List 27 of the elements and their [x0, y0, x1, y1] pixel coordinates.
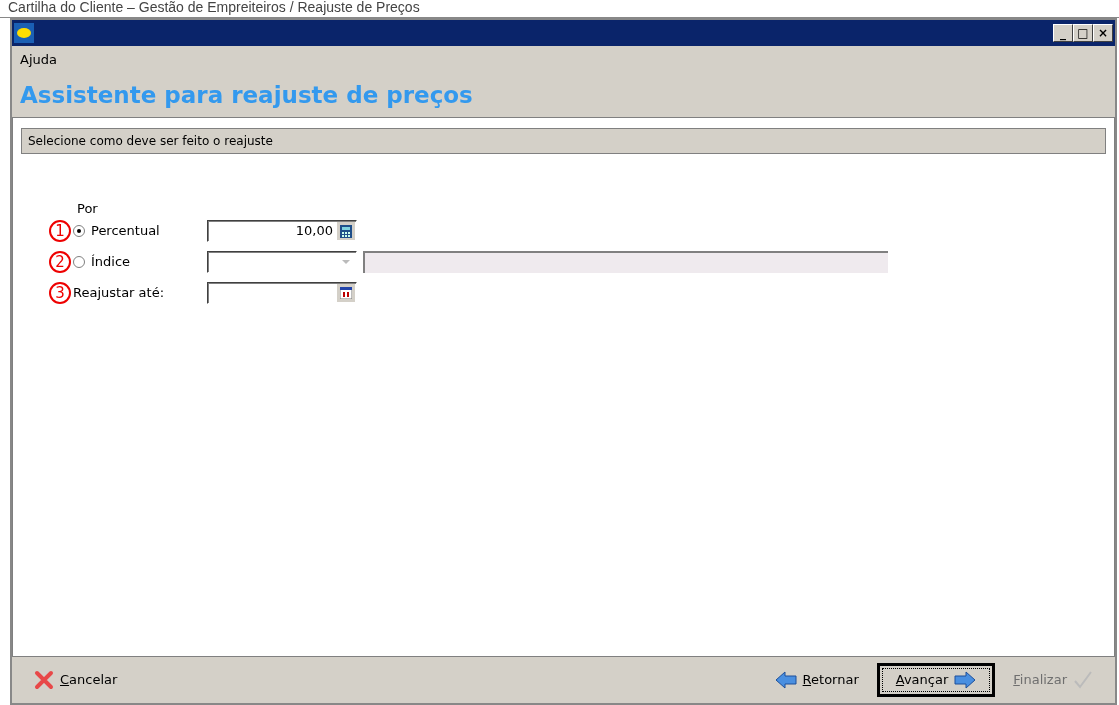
percent-field[interactable]: 10,00 — [207, 220, 357, 242]
radio-button[interactable] — [73, 225, 85, 237]
wizard-title: Assistente para reajuste de preços — [19, 81, 474, 110]
step-marker: 2 — [49, 251, 71, 273]
maximize-button[interactable]: □ — [1073, 24, 1093, 42]
step-marker: 1 — [49, 220, 71, 242]
section-header: Selecione como deve ser feito o reajuste — [21, 127, 1106, 154]
app-icon — [14, 23, 34, 43]
back-button[interactable]: Retornar — [766, 666, 867, 694]
calendar-icon[interactable] — [337, 284, 355, 302]
cancel-button[interactable]: Cancelar — [26, 666, 126, 694]
close-button[interactable]: × — [1093, 24, 1113, 42]
next-button[interactable]: Avançar — [876, 663, 996, 697]
calculator-icon[interactable] — [337, 222, 355, 240]
minimize-button[interactable]: _ — [1053, 24, 1073, 42]
option-label: Percentual — [91, 222, 160, 241]
step-marker: 3 — [49, 282, 71, 304]
option-label: Índice — [91, 253, 131, 272]
cross-icon — [34, 670, 54, 690]
menu-item[interactable]: Ajuda — [20, 50, 57, 66]
left-arrow-icon — [774, 671, 797, 689]
date-field[interactable] — [207, 282, 357, 304]
field-label: Reajustar até: — [73, 284, 165, 303]
right-arrow-icon — [954, 671, 977, 689]
check-icon — [1073, 670, 1093, 690]
group-label: Por — [77, 201, 99, 216]
radio-button[interactable] — [73, 256, 85, 268]
